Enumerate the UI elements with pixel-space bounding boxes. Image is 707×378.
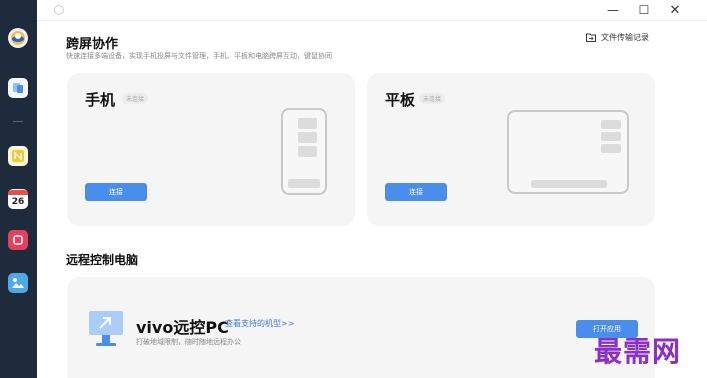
tablet-block	[601, 144, 621, 153]
phone-card: 手机 未连接 连接	[67, 73, 355, 226]
sidebar: 26	[0, 0, 37, 378]
watermark-text: 最需网	[594, 335, 682, 368]
page-title: 跨屏协作	[66, 37, 119, 52]
tablet-block	[531, 180, 607, 188]
gallery-app-icon[interactable]	[8, 273, 28, 293]
tablet-block	[601, 120, 621, 129]
cross-screen-app-icon[interactable]	[8, 78, 28, 98]
tablet-block	[601, 132, 621, 141]
tablet-card-title: 平板	[385, 91, 416, 109]
remote-section-title: 远程控制电脑	[66, 253, 139, 267]
calendar-app-icon[interactable]: 26	[8, 189, 28, 209]
minimize-button[interactable]: —	[604, 2, 622, 18]
remote-app-description: 打破地域限制，随时随地远程办公	[136, 338, 241, 346]
file-transfer-history-label: 文件传输记录	[601, 33, 649, 42]
avatar-icon	[11, 31, 25, 45]
tablet-connect-button[interactable]: 连接	[385, 183, 447, 201]
tablet-status-badge: 未连接	[419, 93, 446, 104]
monitor-icon	[89, 311, 123, 346]
notes-app-icon[interactable]	[8, 146, 28, 166]
phone-status-badge: 未连接	[122, 93, 149, 104]
phone-card-title: 手机	[85, 91, 116, 109]
phone-connect-button[interactable]: 连接	[85, 183, 147, 201]
phone-block	[298, 118, 317, 129]
folder-icon	[586, 33, 596, 42]
phone-illustration	[281, 108, 327, 195]
supported-models-link[interactable]: 查看支持的机型>>	[225, 318, 294, 329]
tablet-card: 平板 未连接 连接	[367, 73, 655, 226]
page-subtitle: 快速连接多端设备，实现手机投屏与文件管理，手机、平板和电脑跨屏互动，键鼠协同	[66, 52, 332, 60]
phone-block	[298, 146, 317, 157]
calendar-day: 26	[11, 196, 25, 207]
file-transfer-history-link[interactable]: 文件传输记录	[586, 32, 649, 43]
titlebar-divider	[37, 20, 707, 21]
record-app-icon[interactable]	[8, 230, 28, 250]
tablet-illustration	[507, 110, 629, 194]
close-button[interactable]: ✕	[666, 2, 684, 18]
avatar[interactable]	[8, 28, 28, 48]
phone-block	[298, 132, 317, 143]
sidebar-divider	[13, 121, 23, 122]
window-dot-icon[interactable]	[54, 5, 64, 15]
remote-app-name: vivo远控PC	[136, 318, 229, 337]
phone-block	[288, 179, 320, 188]
maximize-button[interactable]: ☐	[635, 2, 653, 18]
